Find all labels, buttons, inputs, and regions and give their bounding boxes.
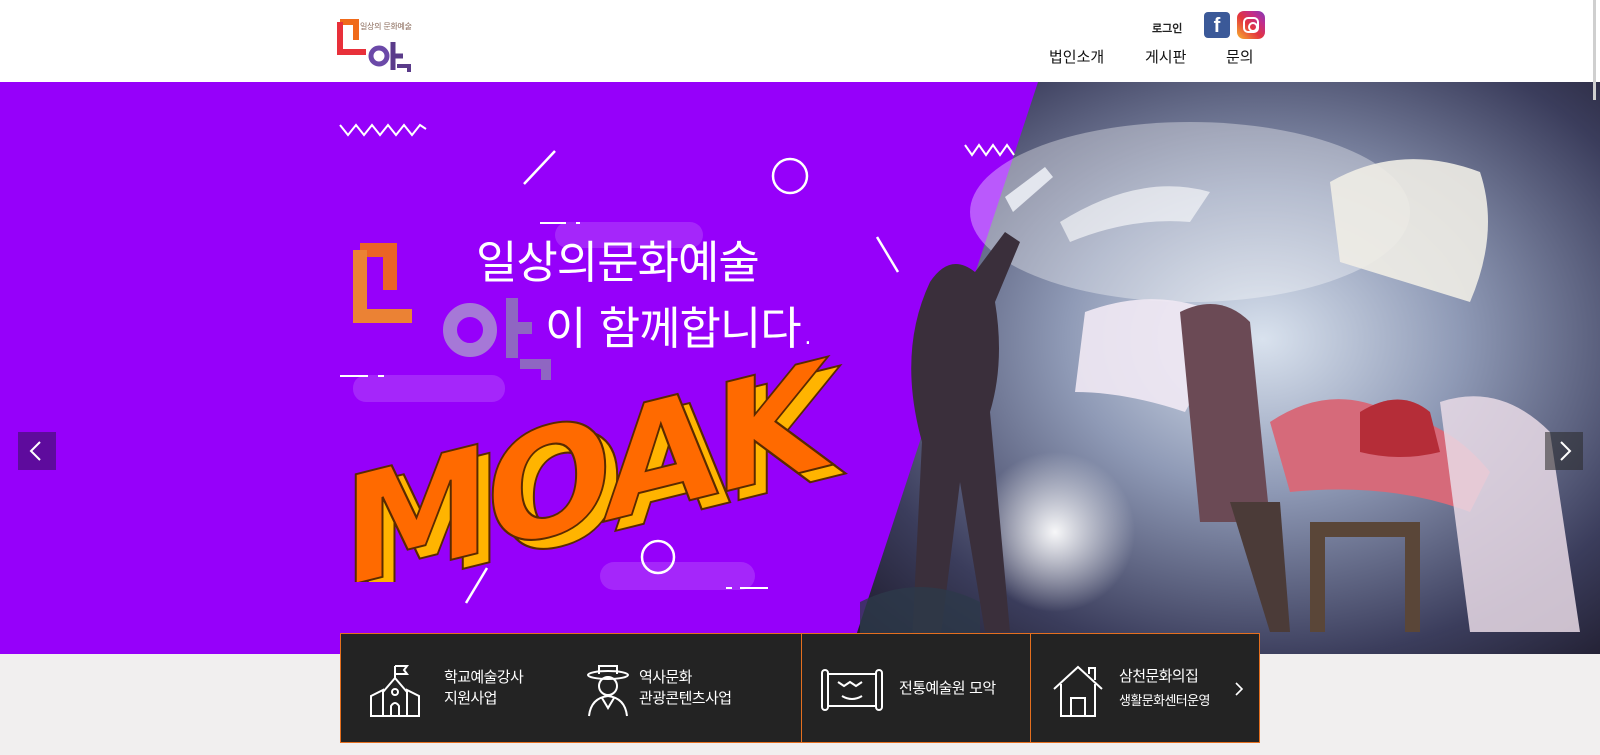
chevron-right-icon	[1560, 441, 1572, 461]
quick-item-label-2: 생활문화센터운영	[1119, 694, 1210, 709]
nav-board[interactable]: 게시판	[1145, 46, 1186, 67]
facebook-icon[interactable]: f	[1204, 12, 1230, 38]
quick-item-label-1: 삼천문화의집	[1119, 667, 1199, 685]
quick-item-label-1: 전통예술원 모악	[899, 679, 996, 697]
house-icon	[1053, 665, 1103, 717]
chevron-right-icon[interactable]	[1233, 681, 1245, 697]
quick-menu: 학교예술강사 지원사업 역사문화 관광콘텐츠사업 전통예술원 모악 삼천문화의집…	[340, 633, 1260, 743]
instagram-icon[interactable]	[1237, 11, 1265, 39]
slider-next-button[interactable]	[1545, 432, 1583, 470]
quick-item-culture-house[interactable]: 삼천문화의집 생활문화센터운영	[1031, 634, 1259, 742]
scroll-icon	[821, 669, 883, 711]
hero-headline-line2: 이 함께합니다.	[545, 302, 815, 355]
school-icon	[370, 665, 420, 717]
quick-item-label-2: 관광콘텐츠사업	[639, 689, 732, 707]
quick-item-label-1: 학교예술강사	[444, 668, 524, 686]
nav-contact[interactable]: 문의	[1226, 46, 1254, 67]
hero-moak-wordmark: MOAK MOAK	[341, 352, 847, 582]
site-header: 일상의 문화예술 로그인 f 법인소개 게시판 문의	[0, 0, 1600, 82]
nav-about[interactable]: 법인소개	[1049, 46, 1104, 67]
moak-face: MOAK	[342, 352, 834, 582]
hero-slider: 일상의문화예술 이 함께합니다. MOAK MOAK	[0, 82, 1600, 654]
quick-item-label-2: 지원사업	[444, 689, 497, 707]
slider-prev-button[interactable]	[18, 432, 56, 470]
hero-headline-line1: 일상의문화예술	[476, 236, 760, 289]
quick-item-label-1: 역사문화	[639, 668, 692, 686]
chevron-left-icon	[29, 441, 41, 461]
logo-tagline: 일상의 문화예술	[360, 22, 412, 31]
quick-item-history-tourism[interactable]: 역사문화 관광콘텐츠사업	[581, 634, 801, 742]
login-link[interactable]: 로그인	[1152, 20, 1182, 36]
quick-item-traditional-arts[interactable]: 전통예술원 모악	[802, 634, 1030, 742]
person-gat-icon	[587, 665, 629, 717]
scrollbar-thumb[interactable]	[1593, 0, 1596, 100]
